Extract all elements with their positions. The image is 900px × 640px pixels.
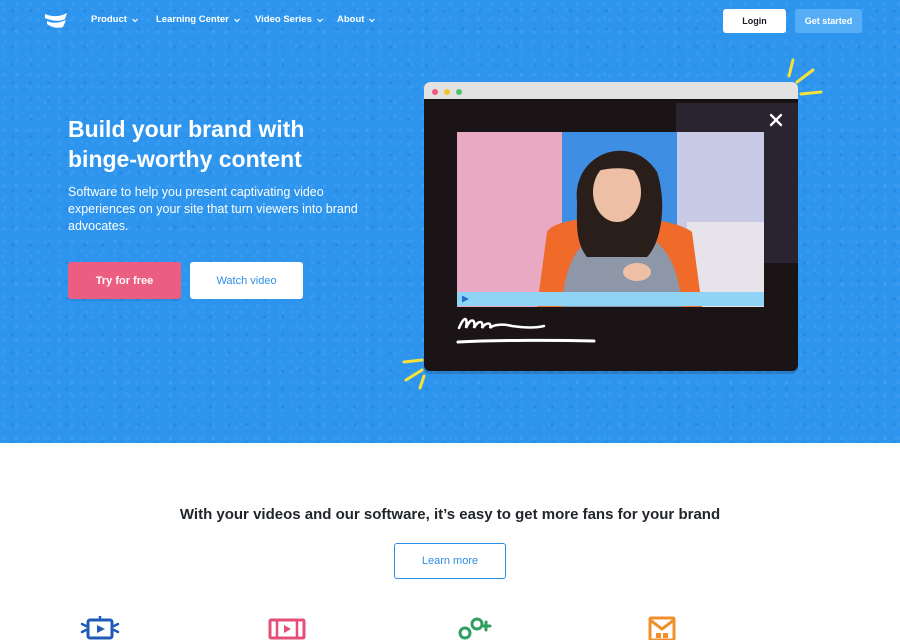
nav-item-label: Product (91, 14, 127, 25)
film-strip-icon (268, 618, 306, 640)
signature-scribble (456, 317, 596, 344)
mail-icon (648, 616, 676, 640)
browser-title-bar (424, 82, 798, 101)
nav-item-learning-center[interactable]: Learning Center (156, 14, 241, 25)
hero-section: Product Learning Center Video Series Abo… (0, 0, 900, 443)
learn-more-button[interactable]: Learn more (394, 543, 506, 579)
hero-title-line: binge-worthy content (68, 146, 302, 172)
hero-title-line: Build your brand with (68, 116, 305, 142)
chevron-down-icon (316, 18, 323, 22)
chevron-down-icon (131, 18, 138, 22)
hero-subtitle: Software to help you present captivating… (68, 185, 358, 233)
video-thumbnail[interactable] (457, 132, 764, 307)
video-progress-bar[interactable] (457, 292, 764, 306)
nav-item-about[interactable]: About (337, 14, 376, 25)
nav-item-label: Learning Center (156, 14, 229, 25)
get-started-button[interactable]: Get started (795, 9, 862, 33)
nav-item-video-series[interactable]: Video Series (255, 14, 324, 25)
nav-item-product[interactable]: Product (91, 14, 139, 25)
chevron-down-icon (369, 18, 376, 22)
nav-item-label: About (337, 14, 365, 25)
window-dot-icon (456, 89, 462, 95)
login-button[interactable]: Login (723, 9, 786, 33)
hero-title: Build your brand with binge-worthy conte… (68, 114, 368, 174)
add-users-icon (458, 617, 492, 640)
close-icon[interactable] (769, 113, 783, 127)
video-screen-icon (80, 616, 120, 640)
video-player-illustration[interactable] (424, 82, 798, 371)
window-dot-icon (444, 89, 450, 95)
section-tagline: With your videos and our software, it’s … (179, 506, 721, 523)
nav-item-label: Video Series (255, 14, 312, 25)
watch-video-button[interactable]: Watch video (190, 262, 303, 299)
try-for-free-button[interactable]: Try for free (68, 262, 181, 299)
play-icon[interactable] (461, 295, 470, 303)
chevron-down-icon (233, 18, 240, 22)
wistia-logo-icon[interactable] (44, 12, 68, 30)
window-dot-icon (432, 89, 438, 95)
